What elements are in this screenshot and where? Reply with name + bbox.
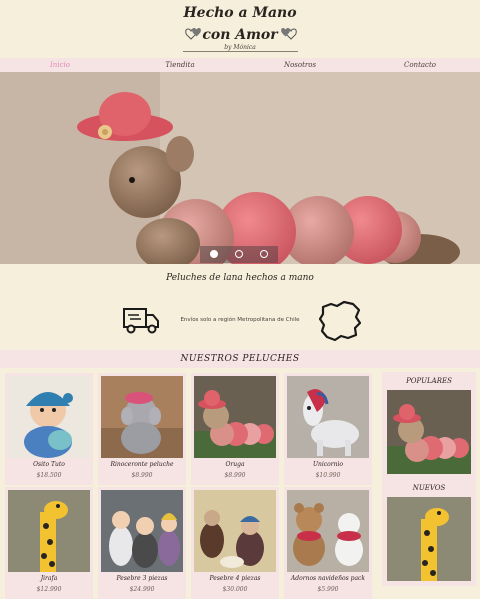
product-image-adornos-navidenos[interactable]: [287, 490, 369, 572]
product-card[interactable]: Pesebre 3 piezas $24.990: [98, 487, 186, 599]
product-card[interactable]: Rinoceronte peluche $8.990: [98, 373, 186, 485]
main-nav: Inicio Tiendita Nosotros Contacto: [0, 58, 480, 72]
truck-icon: [123, 308, 159, 334]
shipping-text: Envíos solo a región Metropolitana de Ch…: [180, 317, 300, 323]
product-name[interactable]: Oruga: [191, 461, 279, 468]
product-name[interactable]: Unicornio: [284, 461, 372, 468]
product-card[interactable]: Oruga $8.990: [191, 373, 279, 485]
nav-item-nosotros[interactable]: Nosotros: [240, 58, 360, 72]
product-price: $24.990: [129, 586, 155, 593]
product-card[interactable]: Adornos navideños pack $5.990: [284, 487, 372, 599]
section-title-nuestros-peluches: NUESTROS PELUCHES: [0, 350, 480, 368]
new-product-image[interactable]: [387, 497, 471, 581]
product-price: $12.990: [36, 586, 62, 593]
site-header: Hecho a Mano con Amor by Mónica: [0, 0, 480, 57]
product-price: $8.990: [131, 472, 153, 479]
tagline: Peluches de lana hechos a mano: [166, 273, 314, 283]
nav-item-contacto[interactable]: Contacto: [360, 58, 480, 72]
product-name[interactable]: Adornos navideños pack: [284, 575, 372, 582]
carousel-dot-3[interactable]: [260, 250, 268, 258]
product-image-jirafa[interactable]: [8, 490, 90, 572]
product-image-pesebre-4[interactable]: [194, 490, 276, 572]
product-price: $8.990: [224, 472, 246, 479]
product-card[interactable]: Unicornio $10.990: [284, 373, 372, 485]
product-name[interactable]: Pesebre 4 piezas: [191, 575, 279, 582]
product-image-rinoceronte[interactable]: [101, 376, 183, 458]
product-price: $18.500: [36, 472, 62, 479]
popular-product-image[interactable]: [387, 390, 471, 474]
nav-item-inicio[interactable]: Inicio: [0, 58, 120, 72]
product-name[interactable]: Osito Tuto: [5, 461, 93, 468]
nav-item-tiendita[interactable]: Tiendita: [120, 58, 240, 72]
heart-icon-right: [281, 28, 297, 40]
carousel-dot-1[interactable]: [210, 250, 218, 258]
logo-title-line2[interactable]: con Amor: [0, 27, 480, 43]
product-image-unicornio[interactable]: [287, 376, 369, 458]
logo-underline: [183, 51, 298, 52]
product-card[interactable]: Osito Tuto $18.500: [5, 373, 93, 485]
hero-carousel[interactable]: [0, 72, 480, 264]
logo-byline: by Mónica: [224, 44, 256, 51]
heart-icon-left: [185, 28, 201, 40]
carousel-dot-2[interactable]: [235, 250, 243, 258]
chile-region-map-icon: [318, 300, 362, 342]
product-name[interactable]: Pesebre 3 piezas: [98, 575, 186, 582]
product-card[interactable]: Jirafa $12.990: [5, 487, 93, 599]
hero-image-caterpillar: [0, 72, 480, 264]
sidebar: POPULARES NUEVOS: [382, 372, 476, 586]
carousel-indicators: [200, 246, 278, 263]
product-price: $30.000: [222, 586, 248, 593]
product-name[interactable]: Rinoceronte peluche: [98, 461, 186, 468]
product-image-pesebre-3[interactable]: [101, 490, 183, 572]
product-price: $10.990: [315, 472, 341, 479]
product-name[interactable]: Jirafa: [5, 575, 93, 582]
product-card[interactable]: Pesebre 4 piezas $30.000: [191, 487, 279, 599]
logo-title-line1[interactable]: Hecho a Mano: [0, 5, 480, 21]
sidebar-popular-label: POPULARES: [406, 377, 452, 385]
product-image-osito-tuto[interactable]: [8, 376, 90, 458]
sidebar-new-label: NUEVOS: [412, 484, 446, 492]
product-price: $5.990: [317, 586, 339, 593]
product-image-oruga[interactable]: [194, 376, 276, 458]
